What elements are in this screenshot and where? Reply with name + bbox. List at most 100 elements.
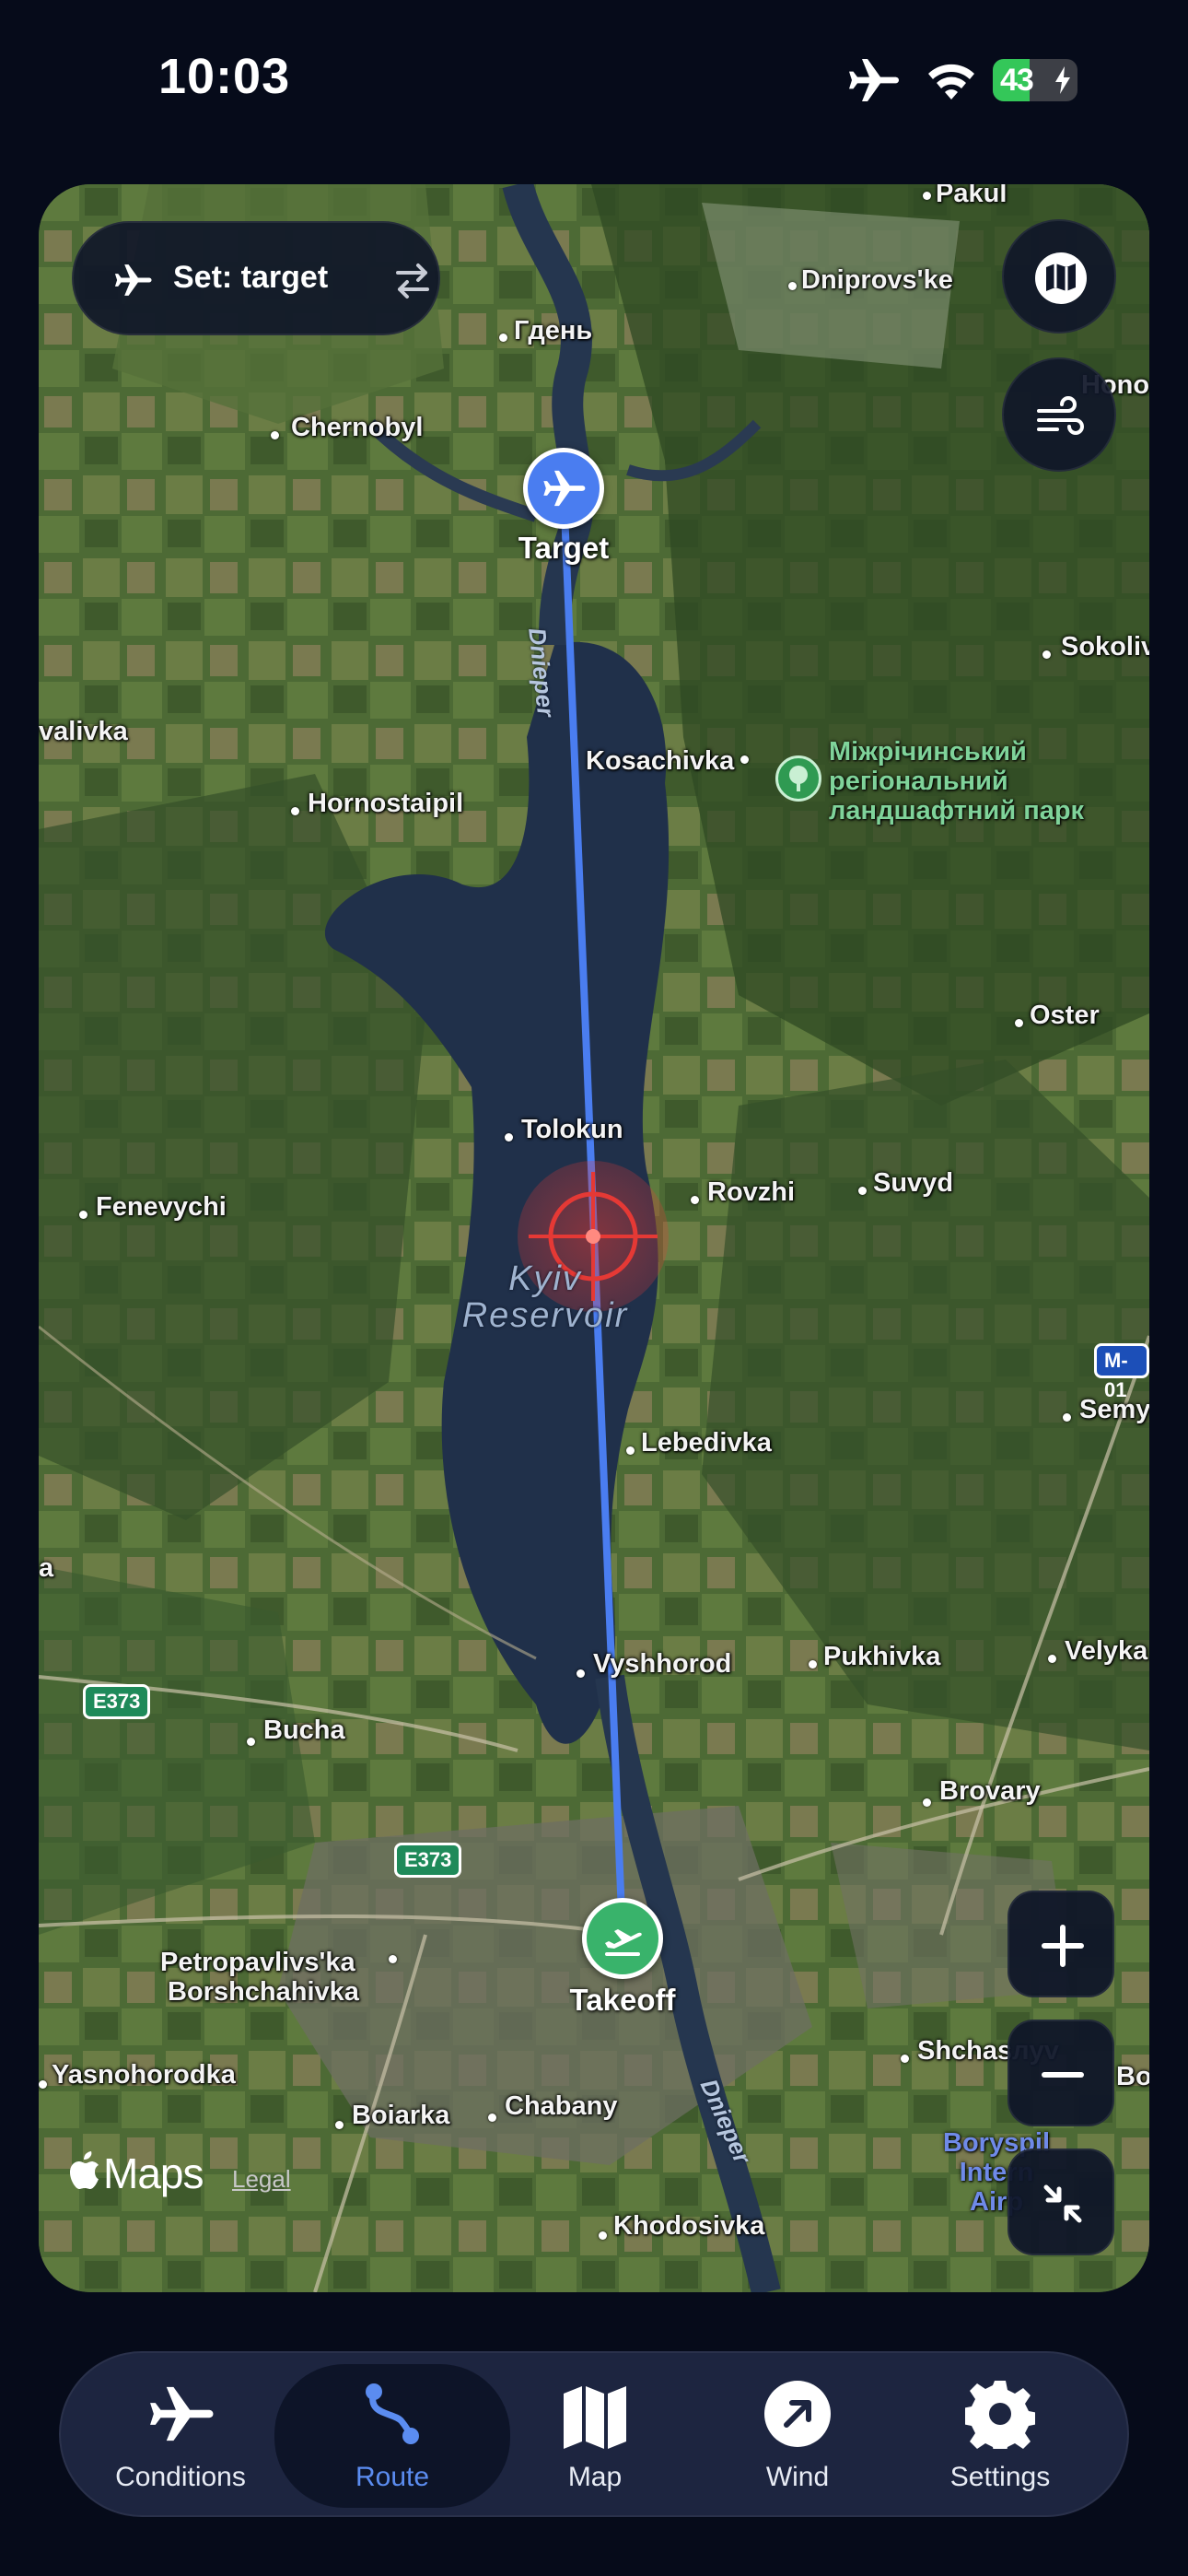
place-label: Kosachivka [586,746,735,776]
map-icon [564,2386,626,2449]
wind-arrow-icon [764,2381,831,2447]
place-dot [335,2121,344,2129]
road-shield: E373 [394,1843,462,1878]
maps-brand: Maps [103,2149,204,2197]
place-label: Borshchahivka [168,1977,359,2007]
tab-bar: Conditions Route Map Wind Settings [59,2351,1129,2517]
place-label: Vyshhorod [593,1649,732,1679]
zoom-out-button[interactable] [1007,2020,1114,2126]
place-dot [247,1738,255,1746]
takeoff-icon [605,1929,642,1956]
takeoff-label: Takeoff [569,1983,676,2017]
place-label: Chernobyl [291,413,424,442]
place-label: Oster [1030,1001,1100,1030]
place-label: Fenevychi [96,1192,227,1222]
wifi-icon [928,64,974,100]
place-dot [599,2231,607,2240]
place-label: Tolokun [521,1115,623,1144]
tab-settings[interactable]: Settings [899,2353,1101,2519]
zoom-in-button[interactable] [1007,1891,1114,1997]
park-label-line: регіональний [829,767,1008,796]
plus-icon [1042,1925,1084,1967]
place-label: Velyka [1065,1636,1148,1666]
place-dot [626,1446,635,1455]
battery-percent: 43 [1000,63,1034,98]
place-label: Sokoliv [1061,632,1149,662]
place-dot [79,1211,87,1219]
swap-arrows-icon [396,263,429,299]
place-dot [291,807,299,815]
place-label: Yasnohorodka [52,2060,236,2090]
place-dot [577,1669,585,1678]
place-label: Pakul [936,184,1007,208]
reservoir-label: Kyiv Reservoir [435,1260,656,1334]
tab-map[interactable]: Map [494,2353,696,2519]
place-dot [691,1196,699,1204]
place-label: Pukhivka [823,1642,941,1671]
place-label: Khodosivka [613,2211,765,2241]
place-label: Chabany [505,2091,618,2121]
place-label: Lebedivka [641,1428,772,1458]
road-shield: M-01 [1094,1343,1149,1401]
tab-label: Wind [765,2462,830,2492]
place-dot [901,2055,909,2063]
place-label: Petropavlivs'ka [160,1948,355,1977]
place-label: a [39,1553,54,1583]
park-icon [775,755,821,802]
status-time: 10:03 [158,49,291,104]
wind-overlay-button[interactable] [1002,357,1116,472]
place-label: Boiarka [352,2101,450,2130]
place-label: Rovzhi [707,1177,796,1207]
fit-route-button[interactable] [1007,2149,1114,2255]
place-label: Bucha [263,1715,345,1745]
park-label-line: ландшафтний парк [829,796,1085,825]
place-dot [1048,1655,1056,1663]
collapse-arrows-icon [1043,2184,1082,2223]
place-dot [271,431,279,439]
place-dot [923,192,931,200]
gear-icon [965,2381,1035,2449]
tab-label: Route [355,2462,430,2492]
place-dot [1015,1019,1023,1027]
airplane-icon [543,470,586,507]
place-dot [740,755,749,764]
place-label: Dniprovs'ke [801,265,953,295]
airplane-icon [114,264,152,296]
place-label: valivka [39,717,128,746]
map-style-icon [1035,252,1087,304]
place-label: Гдень [514,316,593,345]
place-dot [39,2080,47,2089]
place-label: Hornostaipil [308,789,464,818]
park-label: Міжрічинський регіональний ландшафтний п… [829,737,1084,825]
set-target-toggle[interactable]: Set: target [72,221,440,335]
takeoff-marker[interactable] [582,1898,663,1979]
place-dot [923,1798,931,1807]
place-dot [499,334,507,342]
tab-wind[interactable]: Wind [696,2353,899,2519]
tab-route[interactable]: Route [274,2364,510,2508]
place-label: Suvyd [873,1168,954,1198]
park-label-line: Міжрічинський [829,737,1027,767]
reservoir-label-line: Kyiv [508,1259,582,1298]
place-dot [788,282,797,290]
place-dot [809,1660,817,1669]
set-target-label: Set: target [173,260,329,295]
battery-charging-icon: 43 [993,59,1077,101]
apple-logo-icon [70,2151,99,2189]
airplane-icon [150,2386,214,2441]
place-dot [858,1187,867,1195]
legal-link[interactable]: Legal [232,2165,291,2194]
route-icon [366,2383,419,2444]
target-marker[interactable] [523,448,604,529]
minus-icon [1042,2072,1084,2078]
place-dot [505,1133,513,1142]
place-dot [1042,650,1051,659]
tab-conditions[interactable]: Conditions [79,2353,282,2519]
charging-bolt-icon [1055,66,1070,94]
place-dot [1063,1413,1071,1422]
road-shield: E373 [83,1684,151,1719]
map-style-button[interactable] [1002,219,1116,334]
tab-label: Conditions [115,2462,246,2492]
place-dot [488,2113,496,2122]
map-view[interactable]: Pakul Dniprovs'ke Гдень Chernobyl Hono S… [39,184,1149,2292]
